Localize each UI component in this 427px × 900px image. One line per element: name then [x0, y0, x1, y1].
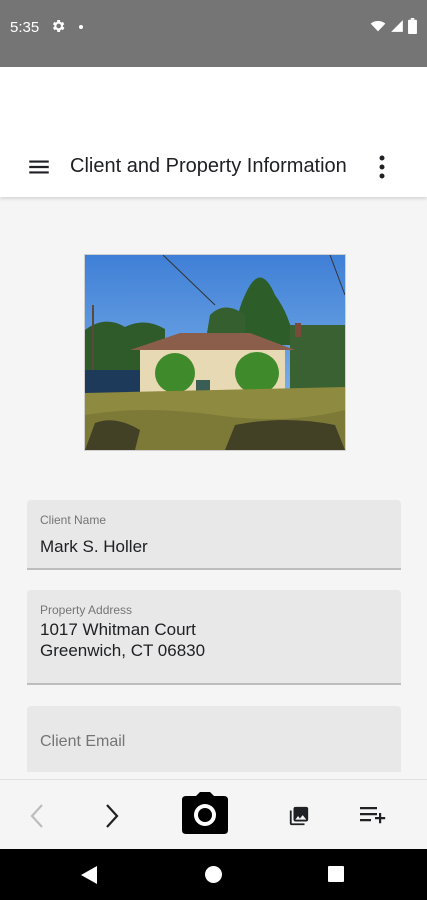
playlist-add-icon[interactable]	[358, 803, 388, 832]
property-address-line1: 1017 Whitman Court	[40, 620, 196, 639]
wifi-icon	[370, 21, 386, 32]
battery-icon	[408, 18, 417, 34]
status-time: 5:35	[10, 19, 40, 36]
client-name-value: Mark S. Holler	[40, 537, 148, 556]
client-email-field[interactable]: Client Email	[27, 706, 401, 772]
nav-home-icon[interactable]	[205, 866, 222, 883]
status-bar: 5:35	[0, 0, 427, 67]
nav-recents-icon[interactable]	[328, 866, 344, 882]
notification-dot	[79, 25, 83, 29]
client-email-placeholder: Client Email	[40, 733, 126, 750]
nav-back-icon[interactable]	[81, 866, 98, 884]
app-bar: Client and Property Information	[0, 137, 427, 197]
settings-icon	[50, 18, 66, 39]
client-name-field[interactable]: Client Name Mark S. Holler	[27, 500, 401, 570]
hamburger-menu-icon[interactable]	[26, 154, 52, 180]
more-vert-icon[interactable]	[370, 152, 394, 182]
signal-icon	[391, 20, 403, 32]
page-title: Client and Property Information	[70, 155, 347, 177]
bottom-toolbar	[0, 779, 427, 850]
system-nav-bar	[0, 849, 427, 900]
client-name-label: Client Name	[40, 513, 107, 527]
status-icons	[370, 18, 417, 34]
forward-icon[interactable]	[101, 802, 123, 835]
camera-icon[interactable]	[182, 792, 228, 839]
app-header-space	[0, 67, 427, 137]
property-address-field[interactable]: Property Address 1017 Whitman Court Gree…	[27, 590, 401, 685]
property-photo[interactable]	[84, 254, 346, 451]
gallery-icon[interactable]	[288, 805, 310, 832]
property-address-label: Property Address	[40, 603, 133, 617]
back-icon[interactable]	[26, 802, 48, 835]
property-address-line2: Greenwich, CT 06830	[40, 641, 206, 660]
